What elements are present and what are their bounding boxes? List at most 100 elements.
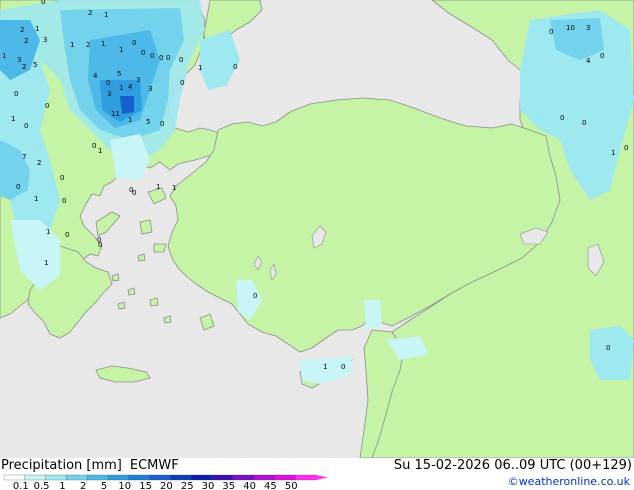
legend-swatch — [274, 474, 296, 481]
legend-swatch — [128, 474, 151, 481]
precip-value-label: 1 — [11, 115, 15, 123]
legend-swatch — [232, 474, 255, 481]
precip-value-label: 0 — [92, 142, 96, 150]
precip-value-label: 1 — [46, 228, 50, 236]
precip-value-label: 3 — [107, 90, 111, 98]
legend-tick-label: 25 — [181, 481, 194, 490]
precip-area-5 — [120, 96, 134, 114]
precip-value-label: 0 — [41, 0, 45, 6]
precip-value-label: 3 — [586, 24, 590, 32]
precip-value-label: 1 — [611, 149, 615, 157]
precip-value-label: 1 — [101, 40, 105, 48]
legend-tick-label: 35 — [222, 481, 235, 490]
precip-value-label: 1 — [34, 195, 38, 203]
valid-time: Su 15-02-2026 06..09 UTC (00+129) — [393, 458, 632, 473]
legend-tick-label: 45 — [264, 481, 277, 490]
legend-tick-label: 50 — [285, 481, 298, 490]
precip-value-label: 0 — [98, 241, 102, 249]
precip-value-label: 1 — [70, 41, 74, 49]
precip-value-label: 0 — [624, 144, 628, 152]
map-title: Precipitation [mm] ECMWF — [1, 458, 179, 473]
legend-tick-label: 40 — [243, 481, 256, 490]
precip-value-label: 2 — [24, 37, 28, 45]
map-canvas: 02 12 13 110211 3540 300 0125334111 5 00172011 00… — [0, 0, 634, 458]
precip-value-label: 0 — [24, 122, 28, 130]
precip-value-label: 2 — [22, 63, 26, 71]
precip-value-label: 4 — [128, 83, 133, 91]
precip-value-label: 0 — [166, 54, 170, 62]
precip-value-label: 3 — [17, 56, 21, 64]
precip-value-label: 0 — [45, 102, 49, 110]
precip-value-label: 1 — [128, 116, 132, 124]
precip-area-16 — [364, 300, 382, 330]
precip-value-label: 0 — [159, 54, 163, 62]
legend-tick-label: 0.5 — [34, 481, 50, 490]
title-text: Precipitation [mm] — [1, 458, 122, 473]
precip-value-label: 0 — [62, 197, 66, 205]
precip-value-label: 1 — [98, 147, 102, 155]
precip-value-label: 0 — [600, 52, 604, 60]
credit-link[interactable]: ©weatheronline.co.uk — [508, 475, 630, 488]
legend-swatch — [107, 474, 130, 481]
precip-area-14 — [590, 326, 634, 380]
legend-swatch — [149, 474, 172, 481]
legend-swatch — [191, 474, 213, 481]
legend-swatch — [24, 474, 47, 481]
precip-value-label: 0 — [65, 231, 69, 239]
precip-value-label: 1 — [198, 64, 202, 72]
precip-value-label: 3 — [136, 76, 140, 84]
legend-swatch — [253, 474, 276, 481]
precip-value-label: 4 — [586, 57, 591, 65]
precip-value-label: 1 — [323, 363, 327, 371]
precip-color-legend: 0.1 0.5 1 2 5 10 15 20 25 30 35 40 45 50 — [3, 474, 328, 490]
precip-value-label: 5 — [33, 61, 37, 69]
legend-overflow-arrow — [316, 475, 328, 480]
legend-tick-label: 2 — [80, 481, 86, 490]
precip-value-label: 0 — [132, 189, 136, 197]
chios-land — [139, 219, 153, 235]
legend-tick-label: 1 — [59, 481, 65, 490]
precip-value-label: 1 — [156, 183, 160, 191]
precip-value-label: 1 — [119, 46, 123, 54]
precip-value-label: 0 — [253, 292, 257, 300]
precip-value-label: 2 — [88, 9, 92, 17]
precip-value-label: 0 — [582, 119, 586, 127]
precip-value-label: 7 — [22, 153, 26, 161]
precip-value-label: 1 — [172, 184, 176, 192]
precip-value-label: 0 — [132, 39, 136, 47]
legend-tick-label: 20 — [160, 481, 173, 490]
precip-value-label: 0 — [141, 49, 145, 57]
legend-swatch — [45, 474, 68, 481]
precip-value-label: 1 — [44, 259, 48, 267]
precip-value-label: 5 — [117, 70, 121, 78]
legend-swatch — [295, 474, 317, 481]
legend-swatch — [170, 474, 192, 481]
legend-swatch — [3, 474, 26, 481]
precip-value-label: 0 — [16, 183, 20, 191]
map-footer: Precipitation [mm] ECMWF Su 15-02-2026 06… — [0, 458, 634, 490]
legend-tick-label: 5 — [101, 481, 107, 490]
precip-value-label: 2 — [86, 41, 90, 49]
precip-value-label: 0 — [606, 344, 610, 352]
precip-value-label: 1 — [119, 84, 123, 92]
precip-value-label: 0 — [160, 120, 164, 128]
precip-value-label: 1 — [104, 11, 108, 19]
samos-land — [153, 243, 167, 253]
legend-swatch — [66, 474, 88, 481]
precip-value-label: 0 — [341, 363, 345, 371]
precip-value-label: 0 — [180, 79, 184, 87]
precip-value-label: 0 — [60, 174, 64, 182]
precip-value-label: 5 — [146, 118, 150, 126]
legend-tick-label: 15 — [139, 481, 152, 490]
precip-value-label: 0 — [14, 90, 18, 98]
precipitation-map: 0 2 1 2 1 3 1 1 0 2 1 1 3 5 4 0 3 0 0 0 1 2 5 3 3 4 11 1 5 0 0 1 7 2 0 1 1 0 0… — [0, 0, 634, 458]
legend-swatch — [87, 474, 109, 481]
precip-value-label: 0 — [179, 56, 183, 64]
legend-tick-label: 30 — [202, 481, 215, 490]
precip-value-label: 0 — [106, 79, 110, 87]
precip-value-label: 0 — [150, 52, 154, 60]
precip-value-label: 0 — [233, 63, 237, 71]
precip-value-label: 3 — [43, 36, 47, 44]
precip-value-label: 3 — [148, 85, 152, 93]
model-name: ECMWF — [129, 458, 179, 473]
